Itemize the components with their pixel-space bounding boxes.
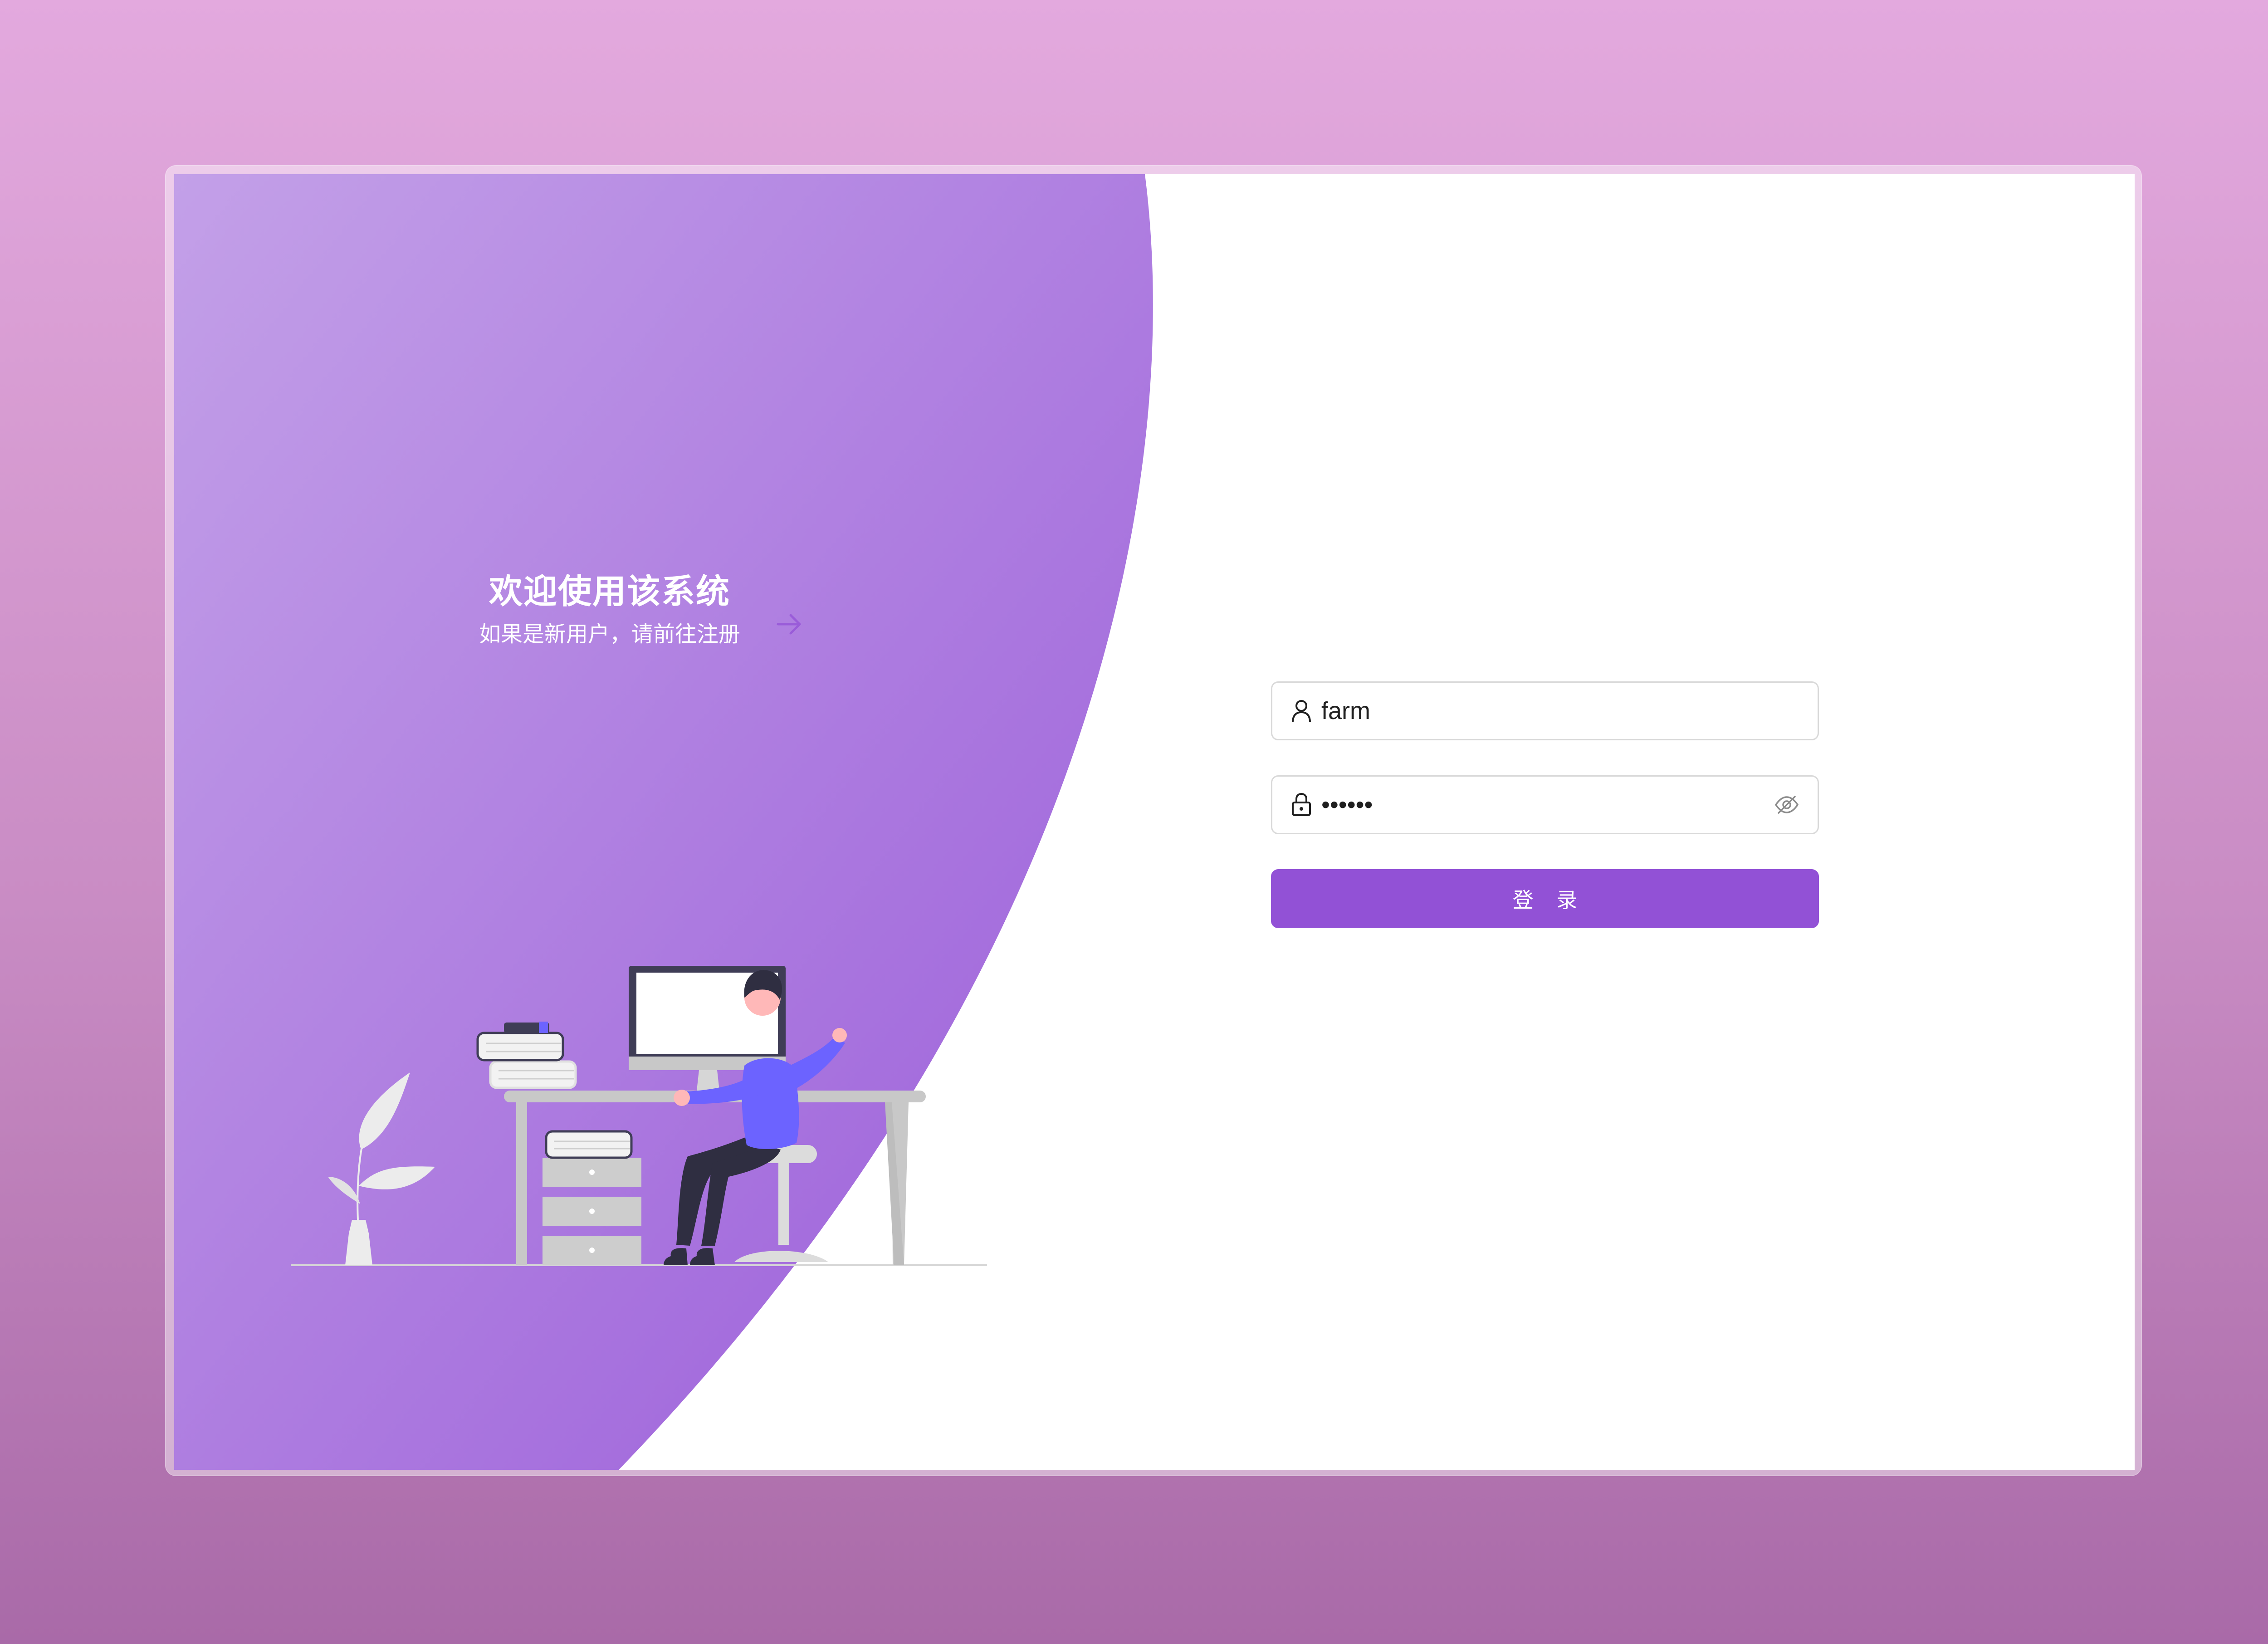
desk-illustration	[291, 966, 987, 1266]
username-field	[1271, 681, 1819, 740]
password-input[interactable]	[1321, 777, 1773, 833]
welcome-title: 欢迎使用该系统	[489, 572, 730, 611]
register-hint: 如果是新用户，请前往注册	[479, 621, 740, 647]
books-on-desk	[476, 1022, 577, 1089]
username-input[interactable]	[1321, 683, 1818, 739]
login-form: 登 录	[1271, 681, 1819, 928]
user-icon	[1289, 698, 1314, 724]
arrow-right-icon[interactable]	[773, 608, 805, 640]
lock-icon	[1289, 792, 1314, 817]
drawers	[543, 1158, 641, 1265]
plant	[328, 1072, 435, 1265]
eye-slash-icon[interactable]	[1773, 791, 1800, 818]
welcome-block: 欢迎使用该系统 如果是新用户，请前往注册	[446, 569, 773, 651]
book-on-drawers	[545, 1130, 633, 1159]
password-field	[1271, 775, 1819, 834]
login-card: 欢迎使用该系统 如果是新用户，请前往注册 farm 登 录	[174, 174, 2135, 1470]
login-button[interactable]: 登 录	[1271, 869, 1819, 928]
